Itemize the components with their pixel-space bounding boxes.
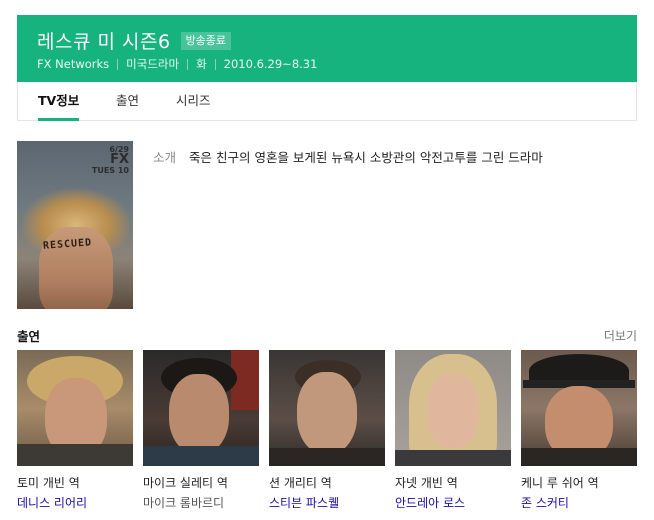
poster-logo: 6/29 FX TUES 10	[92, 145, 129, 175]
cast-photo[interactable]	[395, 350, 511, 466]
tab-cast[interactable]: 출연	[116, 82, 139, 120]
show-poster[interactable]: RESCUED 6/29 FX TUES 10	[17, 141, 133, 309]
page-title[interactable]: 레스큐 미 시즌6	[37, 27, 171, 54]
cast-item[interactable]: 토미 개빈 역 데니스 리어리	[17, 350, 133, 511]
cast-item[interactable]: 케니 루 쉬어 역 존 스커티	[521, 350, 637, 511]
title-row: 레스큐 미 시즌6 방송종료	[37, 27, 232, 54]
cast-item[interactable]: 마이크 실레티 역 마이크 롬바르디	[143, 350, 259, 511]
cast-role: 자넷 개빈 역	[395, 476, 458, 490]
meta-genre: 미국드라마	[126, 57, 180, 71]
cast-photo[interactable]	[17, 350, 133, 466]
poster-fx-logo: FX	[110, 152, 129, 167]
intro-text: 죽은 친구의 영혼을 보게된 뉴욕시 소방관의 악전고투를 그린 드라마	[189, 150, 543, 165]
cast-name: 마이크 롬바르디	[143, 496, 225, 510]
meta-day: 화	[196, 57, 207, 71]
cast-name[interactable]: 존 스커티	[521, 494, 637, 511]
more-link[interactable]: 더보기	[604, 327, 637, 344]
cast-photo[interactable]	[269, 350, 385, 466]
tab-tv-info[interactable]: TV정보	[38, 82, 80, 121]
cast-role: 토미 개빈 역	[17, 476, 80, 490]
tab-bar: TV정보 출연 시리즈	[17, 82, 637, 121]
cast-name[interactable]: 데니스 리어리	[17, 494, 133, 511]
meta-network[interactable]: FX Networks	[37, 57, 109, 71]
intro: 소개 죽은 친구의 영혼을 보게된 뉴욕시 소방관의 악전고투를 그린 드라마	[153, 147, 543, 166]
intro-label: 소개	[153, 150, 177, 165]
cast-heading: 출연	[17, 329, 41, 344]
cast-list: 토미 개빈 역 데니스 리어리 마이크 실레티 역 마이크 롬바르디 션 개리티…	[17, 350, 637, 520]
meta-divider	[214, 58, 216, 70]
tab-series[interactable]: 시리즈	[176, 82, 211, 120]
meta-divider	[117, 58, 119, 70]
meta-row: FX Networks 미국드라마 화 2010.6.29~8.31	[37, 56, 317, 72]
cast-role: 션 개리티 역	[269, 476, 332, 490]
meta-divider	[187, 58, 189, 70]
cast-role: 케니 루 쉬어 역	[521, 476, 599, 490]
cast-item[interactable]: 션 개리티 역 스티븐 파스퀠	[269, 350, 385, 511]
cast-name[interactable]: 스티븐 파스퀠	[269, 494, 385, 511]
poster-timeslot: TUES 10	[91, 166, 129, 175]
cast-photo[interactable]	[143, 350, 259, 466]
cast-photo[interactable]	[521, 350, 637, 466]
status-badge: 방송종료	[180, 31, 232, 50]
cast-item[interactable]: 자넷 개빈 역 안드레아 로스	[395, 350, 511, 511]
title-header: 레스큐 미 시즌6 방송종료 FX Networks 미국드라마 화 2010.…	[17, 15, 637, 82]
cast-role: 마이크 실레티 역	[143, 476, 228, 490]
cast-name[interactable]: 안드레아 로스	[395, 494, 511, 511]
meta-period: 2010.6.29~8.31	[223, 57, 318, 71]
